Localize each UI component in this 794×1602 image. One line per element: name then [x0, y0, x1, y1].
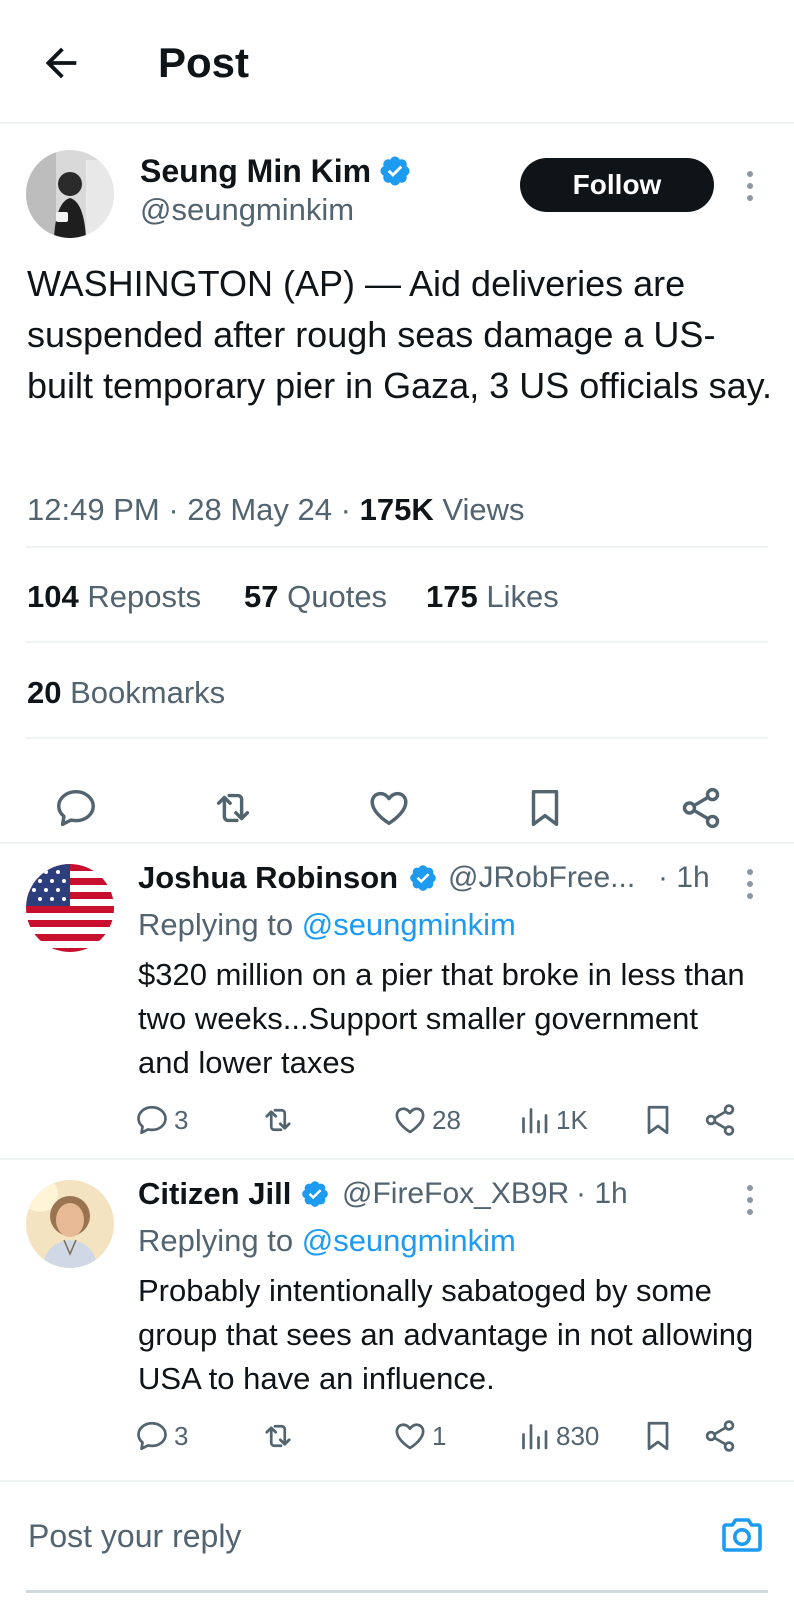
author-handle[interactable]: @seungminkim [140, 192, 354, 228]
views-count: 1K [556, 1104, 588, 1135]
bookmark-icon[interactable] [522, 785, 568, 831]
views-icon [522, 1108, 548, 1134]
more-options-icon[interactable] [738, 168, 762, 204]
quotes-stat[interactable]: 57 Quotes [244, 577, 387, 617]
share-button[interactable] [702, 1100, 738, 1140]
views-button[interactable]: 830 [516, 1416, 599, 1456]
likes-stat[interactable]: 175 Likes [426, 577, 559, 617]
repost-icon [265, 1424, 291, 1448]
post-date: 28 May 24 [187, 492, 333, 527]
avatar[interactable] [26, 864, 114, 952]
follow-button[interactable]: Follow [520, 158, 714, 212]
bookmarks-count: 20 [27, 675, 62, 710]
bookmark-button[interactable] [640, 1100, 676, 1140]
reply-author-handle[interactable]: @JRobFree... [448, 859, 635, 897]
reply-text: $320 million on a pier that broke in les… [138, 957, 745, 1080]
reply-time: · 1h [576, 1177, 628, 1210]
bookmark-icon [647, 1105, 669, 1135]
reply-button[interactable]: 3 [134, 1416, 188, 1456]
reply-count: 3 [174, 1420, 189, 1451]
reply-icon [137, 1421, 167, 1451]
reply-icon[interactable] [53, 785, 99, 831]
reply-icon [137, 1105, 167, 1135]
divider [0, 842, 794, 844]
share-icon [705, 1420, 735, 1452]
post-text: WASHINGTON (AP) — Aid deliveries are sus… [27, 263, 772, 406]
verified-badge-icon [300, 1179, 330, 1209]
reply-author-handle[interactable]: @FireFox_XB9R [342, 1175, 569, 1213]
repost-icon[interactable] [210, 785, 256, 831]
replying-to-link[interactable]: @seungminkim [302, 907, 516, 942]
divider [26, 641, 768, 643]
likes-count: 175 [426, 579, 478, 614]
repost-button[interactable] [260, 1416, 300, 1456]
divider [26, 737, 768, 739]
arrow-left-icon[interactable] [38, 40, 84, 86]
views-icon [522, 1424, 548, 1450]
reply-time: · 1h [658, 861, 710, 894]
quotes-count: 57 [244, 579, 279, 614]
divider [26, 546, 768, 548]
divider [0, 1158, 794, 1160]
more-options-icon[interactable] [738, 866, 762, 902]
like-button[interactable]: 28 [392, 1100, 461, 1140]
post-time: 12:49 PM [27, 492, 160, 527]
like-icon[interactable] [366, 785, 412, 831]
more-options-icon[interactable] [738, 1182, 762, 1218]
views-label: Views [442, 492, 525, 527]
like-icon [395, 1107, 425, 1134]
share-icon [705, 1104, 735, 1136]
author-name[interactable]: Seung Min Kim [140, 152, 371, 190]
meta-separator: · [340, 492, 360, 527]
bookmark-button[interactable] [640, 1416, 676, 1456]
replying-to: Replying to @seungminkim [138, 906, 516, 944]
bookmarks-stat[interactable]: 20 Bookmarks [27, 673, 225, 713]
likes-label: Likes [486, 579, 559, 614]
reply-composer [0, 1480, 794, 1602]
quotes-label: Quotes [287, 579, 388, 614]
views-count: 175K [359, 492, 434, 527]
reply-author-name[interactable]: Citizen Jill [138, 1175, 291, 1213]
like-count: 28 [432, 1104, 461, 1135]
repost-button[interactable] [260, 1100, 300, 1140]
meta-separator: · [168, 492, 188, 527]
reposts-stat[interactable]: 104 Reposts [27, 577, 201, 617]
like-icon [395, 1423, 425, 1450]
verified-badge-icon [408, 863, 438, 893]
camera-icon[interactable] [718, 1510, 766, 1558]
bookmarks-label: Bookmarks [70, 675, 226, 710]
like-button[interactable]: 1 [392, 1416, 446, 1456]
avatar[interactable] [26, 1180, 114, 1268]
reposts-count: 104 [27, 579, 79, 614]
page-title: Post [158, 39, 250, 86]
reposts-label: Reposts [87, 579, 202, 614]
share-icon[interactable] [678, 785, 724, 831]
reply-action-bar: 3 1 830 [0, 1416, 794, 1460]
reply-underline [26, 1590, 768, 1593]
replying-to-link[interactable]: @seungminkim [302, 1223, 516, 1258]
share-button[interactable] [702, 1416, 738, 1456]
replying-to: Replying to @seungminkim [138, 1222, 516, 1260]
top-bar: Post [0, 0, 794, 124]
bookmark-icon [647, 1421, 669, 1451]
replying-prefix: Replying to [138, 1223, 294, 1258]
reply-button[interactable]: 3 [134, 1100, 188, 1140]
reply-action-bar: 3 28 1K [0, 1100, 794, 1144]
reply-count: 3 [174, 1104, 189, 1135]
verified-badge-icon [378, 154, 412, 188]
reply-text: Probably intentionally sabatoged by some… [138, 1273, 754, 1396]
replying-prefix: Replying to [138, 907, 294, 942]
repost-icon [265, 1108, 291, 1132]
reply-input[interactable] [26, 1510, 690, 1562]
post-meta: 12:49 PM · 28 May 24 · 175K Views [27, 490, 524, 530]
like-count: 1 [432, 1420, 447, 1451]
reply-author-name[interactable]: Joshua Robinson [138, 859, 398, 897]
avatar[interactable] [26, 150, 114, 238]
views-count: 830 [556, 1420, 600, 1451]
views-button[interactable]: 1K [516, 1100, 588, 1140]
